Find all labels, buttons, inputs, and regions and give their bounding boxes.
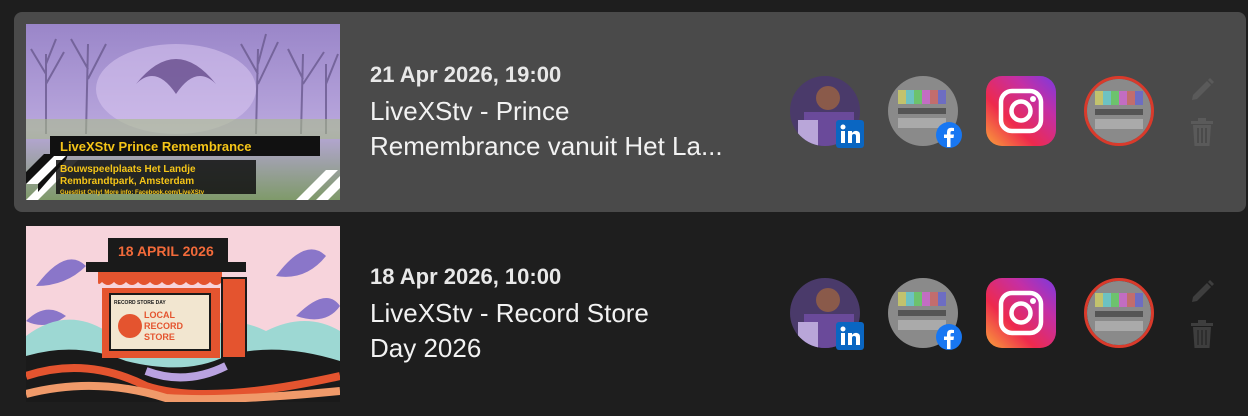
post-title: LiveXStv - Record Store Day 2026 bbox=[370, 296, 770, 366]
post-date: 18 Apr 2026, 10:00 bbox=[370, 264, 562, 289]
youtube-channel-avatar[interactable] bbox=[1084, 76, 1154, 146]
thumbnail-banner-text: LiveXStv Prince Remembrance bbox=[60, 139, 251, 154]
post-title-line: Day 2026 bbox=[370, 333, 482, 363]
post-thumbnail: 18 APRIL 2026 RECORD STORE DAY LOCAL REC… bbox=[26, 226, 340, 402]
thumbnail-shop-line: STORE bbox=[144, 332, 175, 342]
test-card-avatar bbox=[1084, 278, 1154, 348]
facebook-page-avatar[interactable] bbox=[888, 278, 962, 350]
thumbnail-banner-text: 18 APRIL 2026 bbox=[118, 243, 214, 259]
post-title: LiveXStv - Prince Remembrance vanuit Het… bbox=[370, 94, 770, 164]
post-date: 21 Apr 2026, 19:00 bbox=[370, 62, 562, 87]
linkedin-profile-avatar[interactable] bbox=[790, 278, 864, 350]
post-thumbnail: LiveXStv Prince Remembrance Bouwspeelpla… bbox=[26, 24, 340, 200]
facebook-icon bbox=[936, 122, 962, 148]
post-title-line: Remembrance vanuit Het La... bbox=[370, 131, 723, 161]
youtube-channel-avatar[interactable] bbox=[1084, 278, 1154, 348]
facebook-page-avatar[interactable] bbox=[888, 76, 962, 148]
thumbnail-caption-2: Rembrandtpark, Amsterdam bbox=[60, 176, 194, 187]
delete-trash-icon[interactable] bbox=[1188, 318, 1216, 350]
test-card-avatar bbox=[1084, 76, 1154, 146]
linkedin-icon bbox=[836, 120, 864, 148]
thumbnail-caption-1: Bouwspeelplaats Het Landje bbox=[60, 164, 196, 175]
thumbnail-shop-line: LOCAL bbox=[144, 310, 175, 320]
delete-trash-icon[interactable] bbox=[1188, 116, 1216, 148]
scheduled-post-row[interactable]: 18 APRIL 2026 RECORD STORE DAY LOCAL REC… bbox=[14, 214, 1246, 414]
facebook-icon bbox=[936, 324, 962, 350]
linkedin-icon bbox=[836, 322, 864, 350]
edit-pencil-icon[interactable] bbox=[1188, 278, 1216, 306]
post-title-line: LiveXStv - Prince bbox=[370, 96, 570, 126]
instagram-avatar[interactable] bbox=[986, 76, 1056, 146]
thumbnail-shop-top: RECORD STORE DAY bbox=[114, 300, 166, 306]
thumbnail-shop-line: RECORD bbox=[144, 321, 184, 331]
post-title-line: LiveXStv - Record Store bbox=[370, 298, 649, 328]
instagram-icon bbox=[986, 278, 1056, 348]
edit-pencil-icon[interactable] bbox=[1188, 76, 1216, 104]
linkedin-profile-avatar[interactable] bbox=[790, 76, 864, 148]
scheduled-post-row[interactable]: LiveXStv Prince Remembrance Bouwspeelpla… bbox=[14, 12, 1246, 212]
thumbnail-caption-3: Guestlist Only! More info: Facebook.com/… bbox=[60, 190, 205, 196]
instagram-icon bbox=[986, 76, 1056, 146]
instagram-avatar[interactable] bbox=[986, 278, 1056, 348]
